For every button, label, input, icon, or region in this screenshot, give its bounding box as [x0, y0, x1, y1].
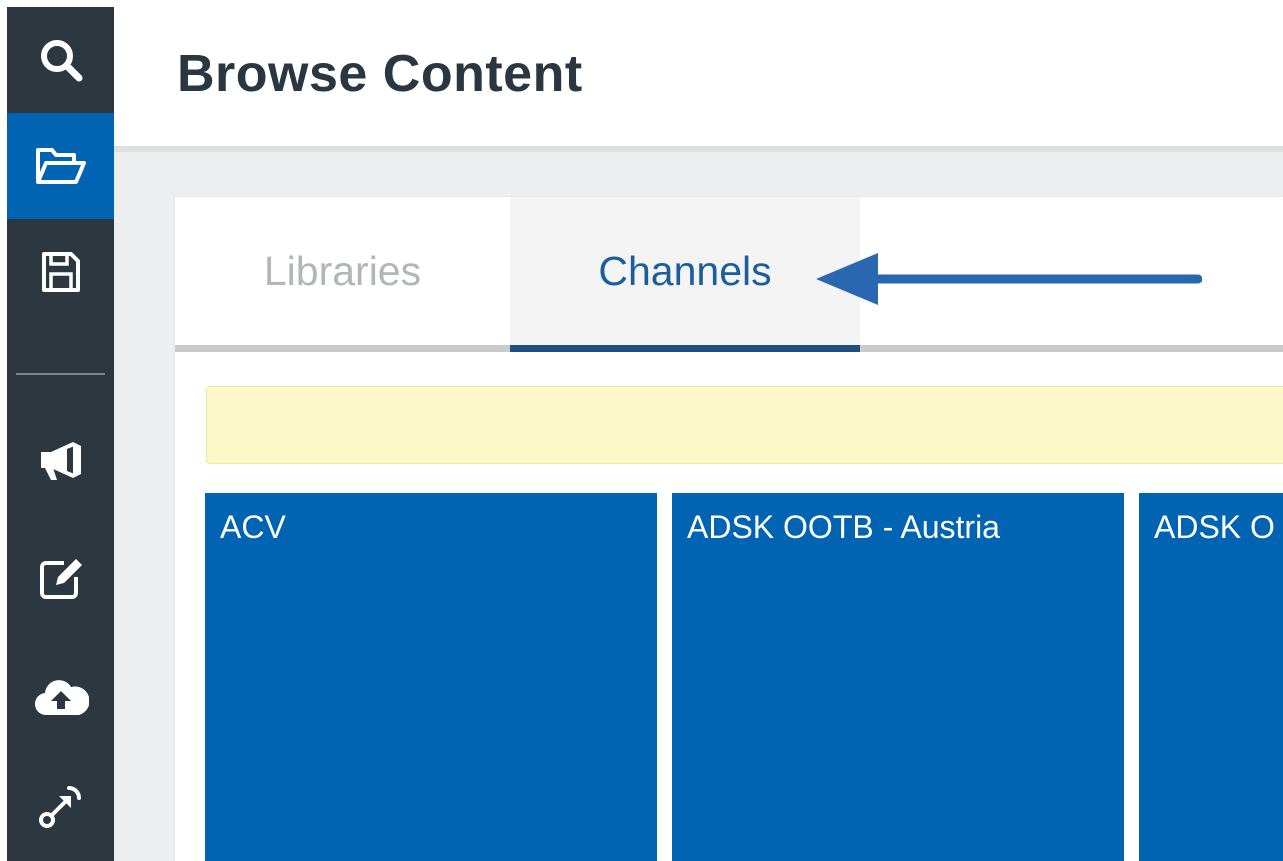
tab-label: Libraries [263, 247, 422, 294]
notice-banner [206, 386, 1283, 464]
sidebar-item-share[interactable] [7, 753, 114, 859]
channel-card-title: ADSK OOTB - Austria [687, 509, 1000, 545]
tab-libraries[interactable]: Libraries [175, 197, 510, 345]
share-link-icon [38, 786, 81, 828]
edit-icon [39, 559, 82, 599]
page-header: Browse Content [114, 0, 1283, 152]
sidebar-item-announcements[interactable] [7, 407, 114, 513]
main-content: Libraries Channels ACV ADSK OOTB - Austr… [114, 152, 1283, 861]
sidebar-rail [7, 7, 114, 861]
megaphone-icon [40, 442, 81, 480]
folder-open-icon [35, 148, 86, 184]
save-icon [41, 252, 80, 292]
tab-channels[interactable]: Channels [510, 197, 860, 352]
app-window: Browse Content Libraries Channels ACV AD… [0, 0, 1283, 861]
sidebar-item-save[interactable] [7, 219, 114, 325]
browse-panel: Libraries Channels ACV ADSK OOTB - Austr… [175, 197, 1283, 861]
channel-card[interactable]: ACV [205, 493, 657, 861]
channel-card-title: ADSK O [1154, 509, 1275, 545]
tab-bar: Libraries Channels [175, 197, 1283, 352]
search-icon [40, 40, 82, 82]
channel-card[interactable]: ADSK OOTB - Austria [672, 493, 1124, 861]
sidebar-item-browse[interactable] [7, 113, 114, 219]
sidebar-item-search[interactable] [7, 7, 114, 113]
page-title: Browse Content [177, 45, 583, 103]
sidebar-item-upload[interactable] [7, 643, 114, 749]
channel-card[interactable]: ADSK O [1139, 493, 1283, 861]
tab-label: Channels [598, 247, 772, 294]
channel-card-title: ACV [220, 509, 286, 545]
sidebar-item-edit[interactable] [7, 525, 114, 631]
sidebar-divider [16, 373, 105, 375]
cloud-upload-icon [34, 680, 89, 716]
channel-grid: ACV ADSK OOTB - Austria ADSK O [205, 493, 1283, 861]
annotation-arrow-icon [816, 253, 1202, 305]
